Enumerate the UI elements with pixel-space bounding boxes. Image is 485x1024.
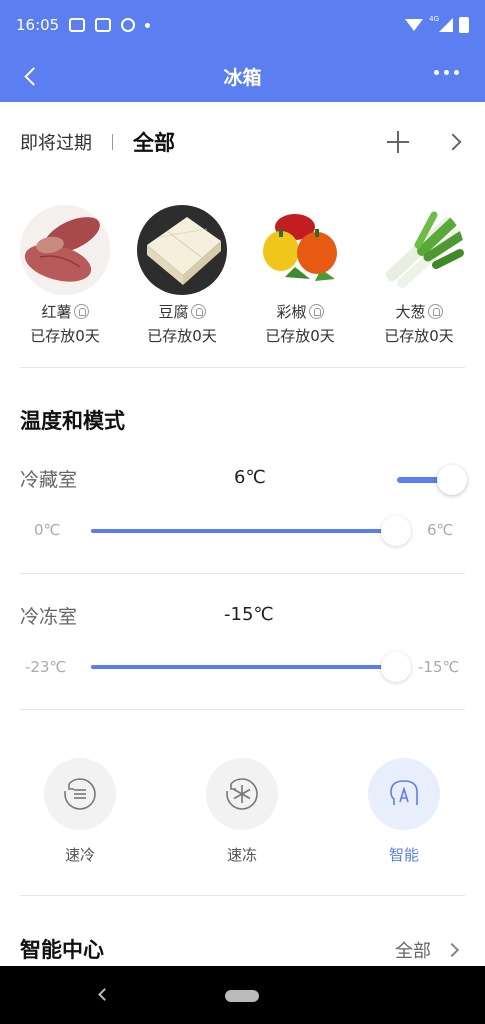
food-item-bell-pepper[interactable]: 彩椒 已存放0天 xyxy=(240,205,360,346)
food-list: 红薯 已存放0天 豆腐 已存放0天 彩椒 已存放0天 大葱 已存放0天 xyxy=(0,205,485,350)
more-dot-icon xyxy=(454,70,459,75)
food-storage-days: 已存放0天 xyxy=(147,327,217,345)
tap-hand-icon xyxy=(427,304,443,319)
fridge-temperature-value: 6℃ xyxy=(234,467,266,488)
scallion-image xyxy=(374,205,464,295)
nav-back-button[interactable] xyxy=(98,988,111,1001)
freezer-temperature-slider[interactable] xyxy=(91,652,411,682)
notification-dot-icon xyxy=(145,22,151,28)
smart-center-all-button[interactable]: 全部 xyxy=(395,937,460,963)
chevron-right-icon xyxy=(444,942,460,958)
tap-hand-icon xyxy=(73,304,89,319)
food-storage-days: 已存放0天 xyxy=(30,327,100,345)
mode-label: 速冻 xyxy=(226,846,257,864)
fridge-toggle[interactable] xyxy=(397,465,467,495)
food-name: 彩椒 xyxy=(276,303,307,321)
tofu-image xyxy=(137,205,227,295)
title-bar: 冰箱 xyxy=(0,50,485,102)
status-time: 16:05 xyxy=(16,16,60,34)
nav-home-button[interactable] xyxy=(225,990,259,1002)
bell-pepper-image xyxy=(255,205,345,295)
mode-label: 智能 xyxy=(388,846,419,864)
section-divider xyxy=(20,573,465,574)
food-tabs: 即将过期 全部 xyxy=(20,122,465,162)
tap-hand-icon xyxy=(190,304,206,319)
tab-all[interactable]: 全部 xyxy=(133,127,175,157)
mode-label: 速冷 xyxy=(64,846,95,864)
fridge-min-label: 0℃ xyxy=(34,521,61,539)
toggle-knob xyxy=(437,465,467,495)
smart-mode-icon xyxy=(390,780,418,805)
mode-icon-circle xyxy=(368,758,440,830)
page-title: 冰箱 xyxy=(223,66,262,89)
mode-smart-button[interactable]: 智能 xyxy=(354,758,454,865)
signal-icon xyxy=(439,18,453,32)
freezer-temperature-value: -15℃ xyxy=(224,604,274,625)
tab-expiring[interactable]: 即将过期 xyxy=(20,129,92,155)
temperature-section-title: 温度和模式 xyxy=(20,409,125,433)
slider-fill xyxy=(91,529,396,533)
slider-thumb[interactable] xyxy=(381,516,411,546)
mode-icon-circle xyxy=(206,758,278,830)
back-arrow-icon xyxy=(23,66,43,86)
food-name: 红薯 xyxy=(41,303,72,321)
mode-quick-freeze-button[interactable]: 速冻 xyxy=(192,758,292,865)
food-item-scallion[interactable]: 大葱 已存放0天 xyxy=(359,205,479,346)
smart-center-all-label: 全部 xyxy=(395,941,431,962)
back-button[interactable] xyxy=(16,62,44,90)
food-name: 大葱 xyxy=(395,303,426,321)
freezer-label: 冷冻室 xyxy=(20,606,78,628)
sweet-potato-image xyxy=(20,205,110,295)
quick-cool-icon xyxy=(64,778,96,810)
network-type: 4G xyxy=(429,15,439,23)
section-divider xyxy=(20,895,465,896)
message-icon xyxy=(95,18,112,32)
freezer-max-label: -15℃ xyxy=(418,658,460,676)
slider-thumb[interactable] xyxy=(381,652,411,682)
mode-icon-circle xyxy=(44,758,116,830)
tap-hand-icon xyxy=(308,304,324,319)
more-dot-icon xyxy=(444,70,449,75)
freezer-min-label: -23℃ xyxy=(25,658,67,676)
add-food-button[interactable] xyxy=(387,131,409,153)
wifi-icon xyxy=(405,19,424,31)
smart-center-title: 智能中心 xyxy=(20,938,104,962)
tab-separator xyxy=(112,134,113,150)
food-item-tofu[interactable]: 豆腐 已存放0天 xyxy=(122,205,242,346)
food-storage-days: 已存放0天 xyxy=(265,327,335,345)
fridge-max-label: 6℃ xyxy=(427,521,454,539)
battery-icon xyxy=(459,17,469,33)
food-name: 豆腐 xyxy=(158,303,189,321)
system-nav-bar xyxy=(0,966,485,1024)
section-divider xyxy=(20,709,465,710)
fridge-temperature-slider[interactable] xyxy=(91,516,411,546)
quick-freeze-icon xyxy=(226,778,258,810)
mode-quick-cool-button[interactable]: 速冷 xyxy=(30,758,130,865)
status-bar: 16:05 4G xyxy=(0,0,485,50)
sync-icon xyxy=(121,18,136,32)
vibrate-icon xyxy=(69,18,86,32)
food-item-sweet-potato[interactable]: 红薯 已存放0天 xyxy=(5,205,125,346)
fridge-label: 冷藏室 xyxy=(20,469,78,491)
more-menu-button[interactable] xyxy=(434,70,459,75)
food-list-more-button[interactable] xyxy=(444,133,462,151)
more-dot-icon xyxy=(434,70,439,75)
slider-fill xyxy=(91,665,396,669)
section-divider xyxy=(20,367,465,368)
food-storage-days: 已存放0天 xyxy=(384,327,454,345)
